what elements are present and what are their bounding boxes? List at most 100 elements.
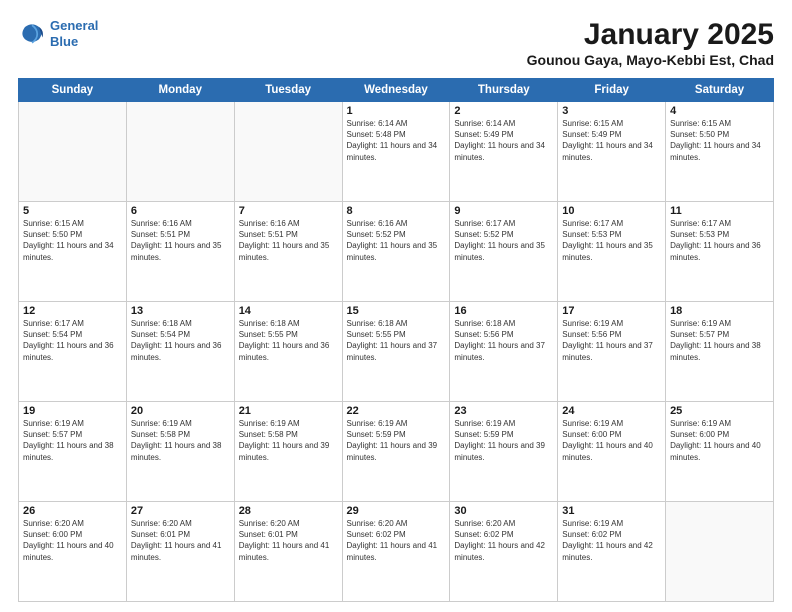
logo-icon — [18, 20, 46, 48]
weekday-header-wednesday: Wednesday — [342, 79, 450, 102]
day-info: Sunrise: 6:20 AM Sunset: 6:01 PM Dayligh… — [131, 518, 230, 563]
day-number: 14 — [239, 305, 338, 317]
day-info: Sunrise: 6:15 AM Sunset: 5:50 PM Dayligh… — [670, 118, 769, 163]
day-number: 30 — [454, 505, 553, 517]
day-info: Sunrise: 6:19 AM Sunset: 6:00 PM Dayligh… — [562, 418, 661, 463]
calendar-cell: 26Sunrise: 6:20 AM Sunset: 6:00 PM Dayli… — [19, 502, 127, 602]
calendar-cell: 17Sunrise: 6:19 AM Sunset: 5:56 PM Dayli… — [558, 302, 666, 402]
day-info: Sunrise: 6:14 AM Sunset: 5:49 PM Dayligh… — [454, 118, 553, 163]
calendar-cell: 24Sunrise: 6:19 AM Sunset: 6:00 PM Dayli… — [558, 402, 666, 502]
day-info: Sunrise: 6:18 AM Sunset: 5:54 PM Dayligh… — [131, 318, 230, 363]
day-number: 12 — [23, 305, 122, 317]
calendar-cell: 23Sunrise: 6:19 AM Sunset: 5:59 PM Dayli… — [450, 402, 558, 502]
calendar-cell: 1Sunrise: 6:14 AM Sunset: 5:48 PM Daylig… — [342, 102, 450, 202]
day-number: 3 — [562, 105, 661, 117]
day-info: Sunrise: 6:19 AM Sunset: 5:57 PM Dayligh… — [670, 318, 769, 363]
day-info: Sunrise: 6:19 AM Sunset: 5:58 PM Dayligh… — [131, 418, 230, 463]
calendar-cell — [126, 102, 234, 202]
calendar-cell — [234, 102, 342, 202]
calendar-cell: 8Sunrise: 6:16 AM Sunset: 5:52 PM Daylig… — [342, 202, 450, 302]
weekday-header-tuesday: Tuesday — [234, 79, 342, 102]
day-info: Sunrise: 6:16 AM Sunset: 5:51 PM Dayligh… — [239, 218, 338, 263]
weekday-header-friday: Friday — [558, 79, 666, 102]
day-number: 7 — [239, 205, 338, 217]
logo: General Blue — [18, 18, 98, 49]
weekday-header-sunday: Sunday — [19, 79, 127, 102]
day-number: 1 — [347, 105, 446, 117]
logo-general: General — [50, 18, 98, 33]
day-number: 27 — [131, 505, 230, 517]
day-info: Sunrise: 6:15 AM Sunset: 5:50 PM Dayligh… — [23, 218, 122, 263]
day-info: Sunrise: 6:17 AM Sunset: 5:54 PM Dayligh… — [23, 318, 122, 363]
day-number: 6 — [131, 205, 230, 217]
weekday-header-saturday: Saturday — [666, 79, 774, 102]
day-number: 2 — [454, 105, 553, 117]
logo-text: General Blue — [50, 18, 98, 49]
day-info: Sunrise: 6:16 AM Sunset: 5:51 PM Dayligh… — [131, 218, 230, 263]
day-number: 25 — [670, 405, 769, 417]
day-number: 11 — [670, 205, 769, 217]
calendar-cell: 5Sunrise: 6:15 AM Sunset: 5:50 PM Daylig… — [19, 202, 127, 302]
subtitle: Gounou Gaya, Mayo-Kebbi Est, Chad — [527, 52, 774, 68]
calendar-cell — [666, 502, 774, 602]
day-info: Sunrise: 6:19 AM Sunset: 5:57 PM Dayligh… — [23, 418, 122, 463]
calendar-cell: 21Sunrise: 6:19 AM Sunset: 5:58 PM Dayli… — [234, 402, 342, 502]
calendar-cell: 16Sunrise: 6:18 AM Sunset: 5:56 PM Dayli… — [450, 302, 558, 402]
calendar-table: SundayMondayTuesdayWednesdayThursdayFrid… — [18, 78, 774, 602]
weekday-header-row: SundayMondayTuesdayWednesdayThursdayFrid… — [19, 79, 774, 102]
calendar-header: SundayMondayTuesdayWednesdayThursdayFrid… — [19, 79, 774, 102]
calendar-cell: 30Sunrise: 6:20 AM Sunset: 6:02 PM Dayli… — [450, 502, 558, 602]
day-number: 5 — [23, 205, 122, 217]
day-number: 15 — [347, 305, 446, 317]
day-info: Sunrise: 6:20 AM Sunset: 6:01 PM Dayligh… — [239, 518, 338, 563]
day-info: Sunrise: 6:20 AM Sunset: 6:02 PM Dayligh… — [347, 518, 446, 563]
day-number: 13 — [131, 305, 230, 317]
day-info: Sunrise: 6:19 AM Sunset: 5:58 PM Dayligh… — [239, 418, 338, 463]
calendar-cell: 29Sunrise: 6:20 AM Sunset: 6:02 PM Dayli… — [342, 502, 450, 602]
day-info: Sunrise: 6:19 AM Sunset: 6:02 PM Dayligh… — [562, 518, 661, 563]
day-number: 10 — [562, 205, 661, 217]
day-info: Sunrise: 6:18 AM Sunset: 5:55 PM Dayligh… — [239, 318, 338, 363]
calendar-cell: 31Sunrise: 6:19 AM Sunset: 6:02 PM Dayli… — [558, 502, 666, 602]
day-info: Sunrise: 6:17 AM Sunset: 5:52 PM Dayligh… — [454, 218, 553, 263]
calendar-cell: 2Sunrise: 6:14 AM Sunset: 5:49 PM Daylig… — [450, 102, 558, 202]
day-info: Sunrise: 6:17 AM Sunset: 5:53 PM Dayligh… — [562, 218, 661, 263]
day-number: 4 — [670, 105, 769, 117]
day-info: Sunrise: 6:20 AM Sunset: 6:02 PM Dayligh… — [454, 518, 553, 563]
day-number: 17 — [562, 305, 661, 317]
weekday-header-monday: Monday — [126, 79, 234, 102]
day-number: 24 — [562, 405, 661, 417]
day-info: Sunrise: 6:14 AM Sunset: 5:48 PM Dayligh… — [347, 118, 446, 163]
day-info: Sunrise: 6:18 AM Sunset: 5:55 PM Dayligh… — [347, 318, 446, 363]
calendar-cell: 22Sunrise: 6:19 AM Sunset: 5:59 PM Dayli… — [342, 402, 450, 502]
calendar-body: 1Sunrise: 6:14 AM Sunset: 5:48 PM Daylig… — [19, 102, 774, 602]
day-number: 23 — [454, 405, 553, 417]
calendar-cell: 3Sunrise: 6:15 AM Sunset: 5:49 PM Daylig… — [558, 102, 666, 202]
calendar-cell: 9Sunrise: 6:17 AM Sunset: 5:52 PM Daylig… — [450, 202, 558, 302]
day-info: Sunrise: 6:20 AM Sunset: 6:00 PM Dayligh… — [23, 518, 122, 563]
title-block: January 2025 Gounou Gaya, Mayo-Kebbi Est… — [527, 18, 774, 68]
calendar-cell: 10Sunrise: 6:17 AM Sunset: 5:53 PM Dayli… — [558, 202, 666, 302]
day-number: 28 — [239, 505, 338, 517]
calendar-cell: 13Sunrise: 6:18 AM Sunset: 5:54 PM Dayli… — [126, 302, 234, 402]
main-title: January 2025 — [527, 18, 774, 52]
day-number: 16 — [454, 305, 553, 317]
week-row-5: 26Sunrise: 6:20 AM Sunset: 6:00 PM Dayli… — [19, 502, 774, 602]
day-number: 20 — [131, 405, 230, 417]
day-number: 19 — [23, 405, 122, 417]
calendar-cell: 25Sunrise: 6:19 AM Sunset: 6:00 PM Dayli… — [666, 402, 774, 502]
weekday-header-thursday: Thursday — [450, 79, 558, 102]
day-number: 26 — [23, 505, 122, 517]
calendar-cell: 28Sunrise: 6:20 AM Sunset: 6:01 PM Dayli… — [234, 502, 342, 602]
week-row-3: 12Sunrise: 6:17 AM Sunset: 5:54 PM Dayli… — [19, 302, 774, 402]
day-info: Sunrise: 6:19 AM Sunset: 5:59 PM Dayligh… — [454, 418, 553, 463]
calendar-cell: 7Sunrise: 6:16 AM Sunset: 5:51 PM Daylig… — [234, 202, 342, 302]
day-number: 8 — [347, 205, 446, 217]
day-number: 22 — [347, 405, 446, 417]
calendar-cell — [19, 102, 127, 202]
day-number: 21 — [239, 405, 338, 417]
day-number: 9 — [454, 205, 553, 217]
day-number: 18 — [670, 305, 769, 317]
calendar-page: General Blue January 2025 Gounou Gaya, M… — [0, 0, 792, 612]
calendar-cell: 27Sunrise: 6:20 AM Sunset: 6:01 PM Dayli… — [126, 502, 234, 602]
